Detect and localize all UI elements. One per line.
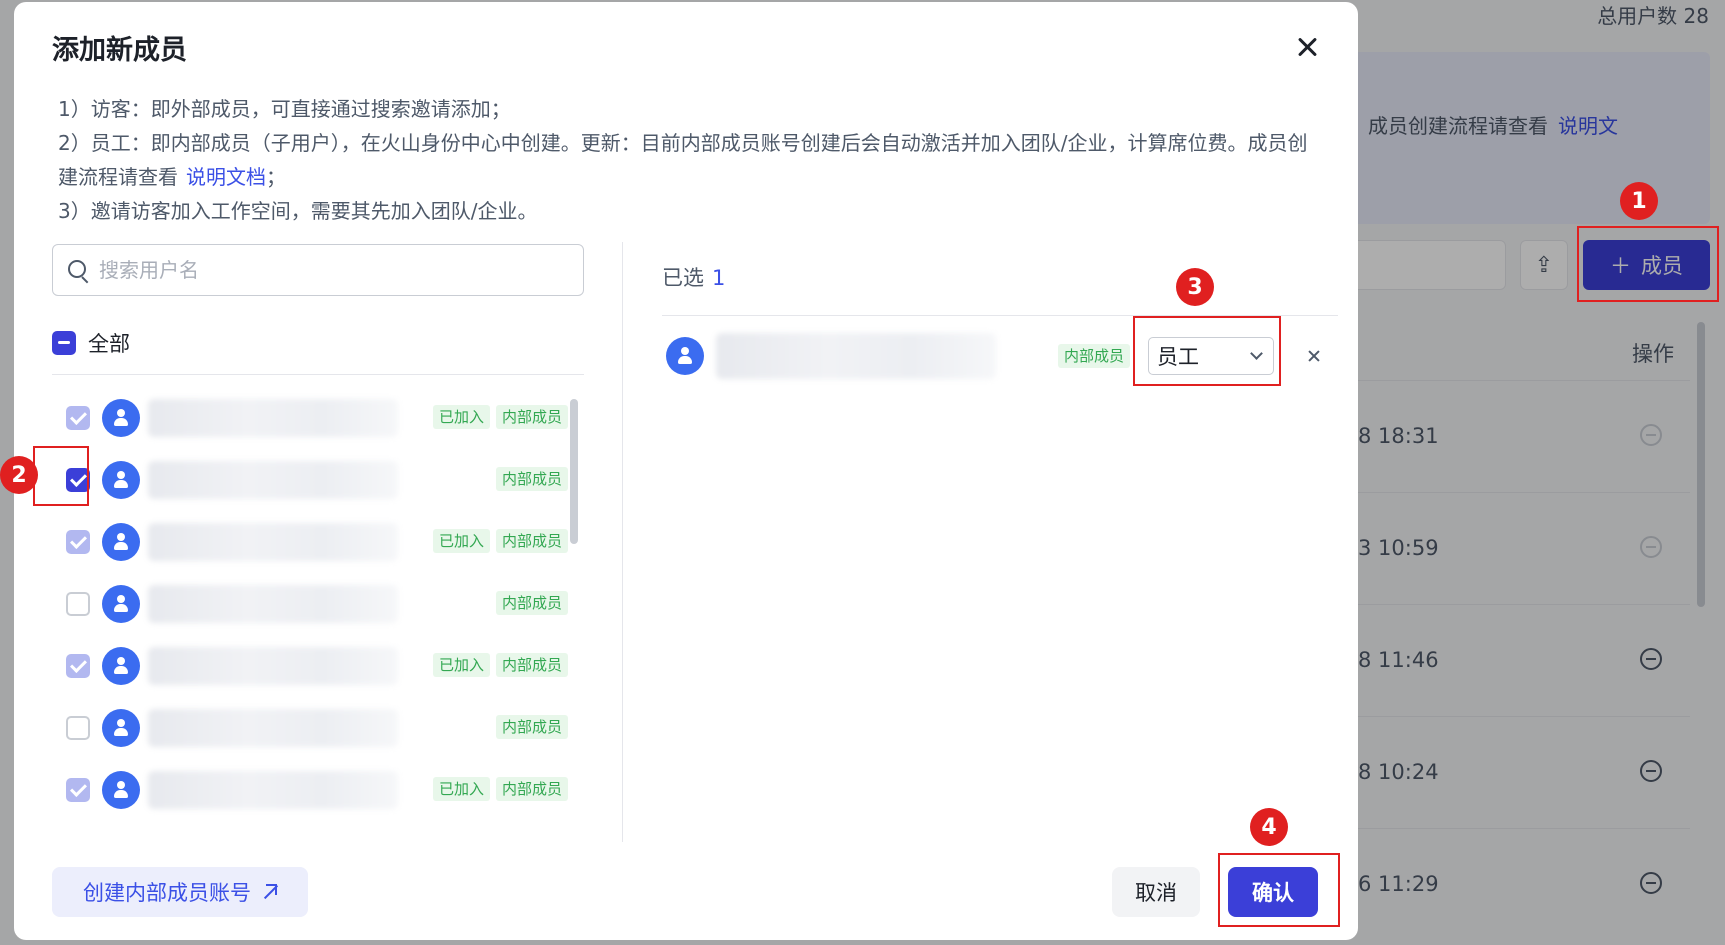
blurred-user-name	[148, 585, 398, 623]
internal-member-tag: 内部成员	[495, 405, 568, 429]
instruction-line-1: 1）访客：即外部成员，可直接通过搜索邀请添加；	[58, 97, 511, 121]
user-icon	[102, 771, 140, 809]
instruction-line-3: 3）邀请访客加入工作空间，需要其先加入团队/企业。	[58, 199, 538, 223]
cancel-button[interactable]: 取消	[1112, 867, 1200, 917]
avatar	[666, 337, 704, 375]
step-1-badge: 1	[1620, 182, 1658, 220]
user-row[interactable]: 内部成员	[52, 697, 584, 759]
internal-member-tag: 内部成员	[495, 591, 568, 615]
external-link-icon	[261, 884, 277, 900]
user-tags: 内部成员	[495, 591, 568, 615]
avatar	[102, 523, 140, 561]
user-tags: 已加入 内部成员	[432, 405, 568, 429]
selected-count: 1	[712, 266, 726, 290]
chevron-down-icon	[1250, 347, 1263, 360]
step-3-badge: 3	[1176, 268, 1214, 306]
user-tags: 已加入 内部成员	[432, 777, 568, 801]
internal-member-tag: 内部成员	[1058, 344, 1131, 368]
blurred-user-name	[148, 523, 398, 561]
user-row[interactable]: 内部成员	[52, 573, 584, 635]
selected-member-row: 内部成员 员工	[662, 328, 1338, 384]
selected-summary: 已选 1	[662, 266, 726, 290]
select-all-checkbox[interactable]	[52, 331, 76, 355]
select-all-row[interactable]: 全部	[52, 328, 130, 358]
add-member-dialog: 添加新成员 1）访客：即外部成员，可直接通过搜索邀请添加； 2）员工：即内部成员…	[14, 2, 1358, 940]
role-select[interactable]: 员工	[1148, 337, 1274, 375]
select-all-label: 全部	[88, 332, 130, 356]
avatar	[102, 709, 140, 747]
user-search-box[interactable]	[52, 244, 584, 296]
selected-divider	[662, 315, 1338, 316]
user-tags: 已加入 内部成员	[432, 529, 568, 553]
user-icon	[102, 647, 140, 685]
blurred-user-name	[148, 399, 398, 437]
create-internal-account-button[interactable]: 创建内部成员账号	[52, 867, 308, 917]
user-list-scrollbar[interactable]	[570, 399, 578, 544]
internal-member-tag: 内部成员	[495, 467, 568, 491]
user-checkbox	[66, 406, 90, 430]
blurred-user-name	[148, 709, 398, 747]
close-button[interactable]	[1290, 30, 1324, 64]
role-value: 员工	[1157, 345, 1199, 369]
pane-divider	[622, 242, 623, 842]
joined-tag: 已加入	[432, 653, 490, 677]
instructions: 1）访客：即外部成员，可直接通过搜索邀请添加； 2）员工：即内部成员（子用户），…	[58, 92, 1318, 228]
user-icon	[102, 399, 140, 437]
user-icon	[666, 337, 704, 375]
user-icon	[102, 585, 140, 623]
internal-member-tag: 内部成员	[495, 529, 568, 553]
remove-selected-button[interactable]	[1300, 342, 1328, 370]
avatar	[102, 399, 140, 437]
confirm-button[interactable]: 确认	[1228, 867, 1318, 917]
user-row[interactable]: 已加入 内部成员	[52, 511, 584, 573]
internal-member-tag: 内部成员	[495, 653, 568, 677]
create-internal-account-label: 创建内部成员账号	[83, 881, 251, 905]
dialog-title: 添加新成员	[52, 35, 187, 66]
user-row[interactable]: 已加入 内部成员	[52, 759, 584, 821]
internal-member-tag: 内部成员	[495, 715, 568, 739]
step-4-badge: 4	[1250, 808, 1288, 846]
user-row[interactable]: 内部成员	[52, 449, 584, 511]
user-icon	[102, 523, 140, 561]
user-checkbox	[66, 654, 90, 678]
joined-tag: 已加入	[432, 529, 490, 553]
close-icon	[1300, 342, 1328, 370]
list-divider	[52, 374, 584, 375]
joined-tag: 已加入	[432, 405, 490, 429]
blurred-user-name	[148, 647, 398, 685]
user-list: 已加入 内部成员 内部成员 已加入 内部成员 内部成员 已加入 内部成员 内部成…	[52, 387, 584, 842]
avatar	[102, 771, 140, 809]
user-tags: 内部成员	[495, 467, 568, 491]
joined-tag: 已加入	[432, 777, 490, 801]
blurred-user-name	[716, 333, 996, 379]
user-checkbox	[66, 530, 90, 554]
user-tags: 已加入 内部成员	[432, 653, 568, 677]
avatar	[102, 647, 140, 685]
internal-member-tag: 内部成员	[495, 777, 568, 801]
doc-link[interactable]: 说明文档	[186, 165, 266, 189]
user-row[interactable]: 已加入 内部成员	[52, 635, 584, 697]
blurred-user-name	[148, 461, 398, 499]
user-checkbox[interactable]	[66, 716, 90, 740]
instruction-line-2: 2）员工：即内部成员（子用户），在火山身份中心中创建。更新：目前内部成员账号创建…	[58, 131, 1308, 189]
blurred-user-name	[148, 771, 398, 809]
user-row[interactable]: 已加入 内部成员	[52, 387, 584, 449]
user-icon	[102, 709, 140, 747]
search-icon	[67, 259, 89, 281]
user-checkbox[interactable]	[66, 592, 90, 616]
step-2-badge: 2	[0, 456, 38, 494]
user-tags: 内部成员	[495, 715, 568, 739]
user-icon	[102, 461, 140, 499]
close-icon	[1296, 36, 1318, 58]
avatar	[102, 461, 140, 499]
user-checkbox	[66, 778, 90, 802]
user-checkbox[interactable]	[66, 468, 90, 492]
search-input[interactable]	[99, 258, 559, 282]
avatar	[102, 585, 140, 623]
